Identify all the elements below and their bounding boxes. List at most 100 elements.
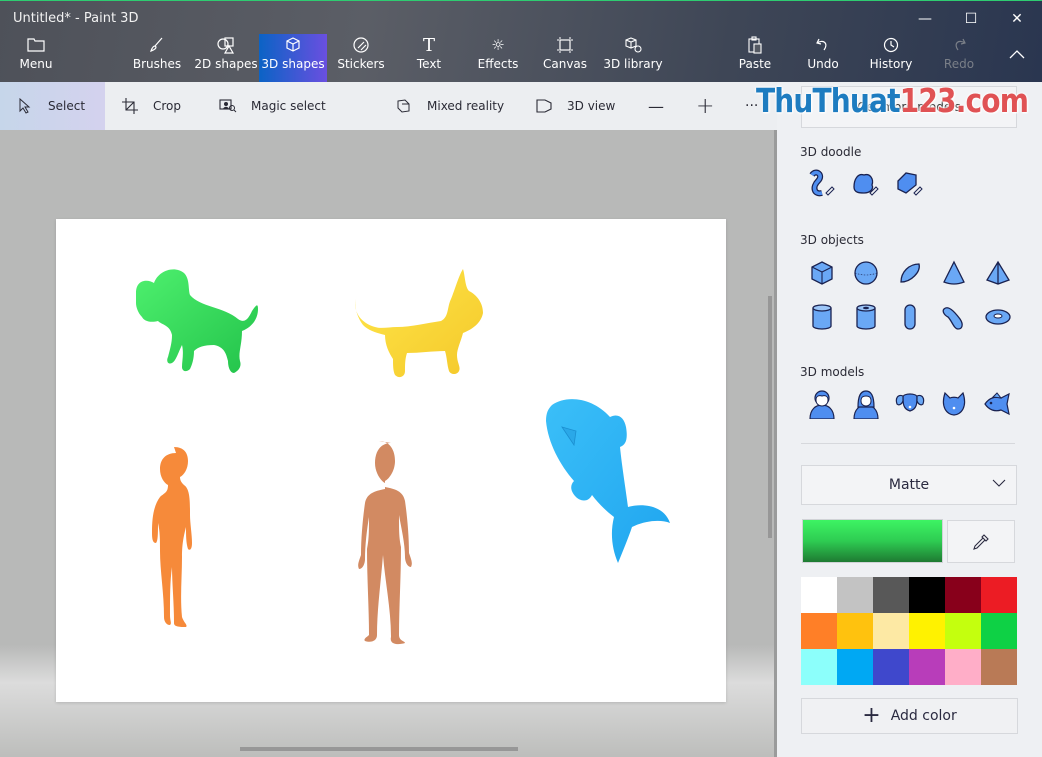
horizontal-scrollbar[interactable] [240, 747, 518, 751]
material-dropdown[interactable]: Matte [801, 465, 1017, 505]
paste-button[interactable]: Paste [738, 34, 772, 82]
hemisphere-icon [900, 263, 920, 283]
3d-man-model[interactable] [339, 439, 419, 645]
woman-model-button[interactable] [851, 389, 881, 419]
color-swatch[interactable] [873, 613, 909, 649]
mixed-reality-button[interactable]: Mixed reality [395, 82, 504, 130]
tool-bar: Select Crop Magic select Mixed reality 3… [0, 82, 777, 130]
crop-icon [121, 97, 139, 115]
tab-label: Brushes [132, 57, 182, 71]
mixed-reality-label: Mixed reality [427, 99, 505, 113]
cat-model-button[interactable] [939, 389, 969, 419]
maximize-button[interactable]: ☐ [948, 5, 994, 33]
color-swatch[interactable] [837, 613, 873, 649]
3d-dog-model[interactable] [132, 263, 278, 391]
pyramid-button[interactable] [983, 258, 1013, 288]
effects-sun-icon: ☼ [491, 36, 505, 54]
soft-edge-doodle-button[interactable] [850, 169, 880, 199]
color-swatch[interactable] [981, 649, 1017, 685]
cylinder-button[interactable] [807, 302, 837, 332]
zoom-in-button[interactable]: + [696, 82, 714, 130]
color-swatch[interactable] [873, 577, 909, 613]
tab-effects[interactable]: ☼ Effects [477, 34, 519, 82]
3d-library-icon [623, 34, 643, 56]
window-title: Untitled* - Paint 3D [13, 11, 139, 26]
3d-shapes-panel: Get more models 3D doodle 3D objects 3D … [777, 82, 1042, 757]
color-swatch[interactable] [945, 613, 981, 649]
color-swatch[interactable] [837, 577, 873, 613]
action-label: Undo [807, 57, 839, 71]
magic-select-label: Magic select [251, 99, 326, 113]
tab-text[interactable]: T Text [413, 34, 445, 82]
3d-objects-title: 3D objects [800, 233, 864, 247]
tube-doodle-button[interactable] [894, 169, 924, 199]
tube-doodle-icon [809, 169, 835, 197]
color-swatch[interactable] [945, 649, 981, 685]
redo-button[interactable]: Redo [942, 34, 976, 82]
color-swatch[interactable] [801, 577, 837, 613]
zoom-out-button[interactable]: — [648, 82, 664, 130]
3d-woman-model[interactable] [152, 445, 202, 643]
color-swatch[interactable] [801, 613, 837, 649]
capsule-button[interactable] [895, 302, 925, 332]
color-swatch[interactable] [981, 613, 1017, 649]
tab-canvas[interactable]: Canvas [543, 34, 587, 82]
mixed-reality-icon [395, 97, 413, 115]
current-color-swatch[interactable] [802, 519, 943, 563]
blob-doodle-icon [853, 173, 879, 196]
crop-label: Crop [153, 99, 182, 113]
section-divider [801, 443, 1015, 444]
cone-button[interactable] [939, 258, 969, 288]
color-swatch[interactable] [837, 649, 873, 685]
color-swatch[interactable] [873, 649, 909, 685]
tab-3d-shapes[interactable]: 3D shapes [259, 34, 327, 82]
select-tool[interactable]: Select [0, 82, 105, 130]
fish-model-button[interactable] [983, 389, 1013, 419]
menu-button[interactable]: Menu [14, 34, 58, 82]
color-swatch[interactable] [801, 649, 837, 685]
crop-tool[interactable]: Crop [121, 82, 181, 130]
color-swatch[interactable] [945, 577, 981, 613]
dog-model-button[interactable] [895, 389, 925, 419]
vertical-scrollbar[interactable] [768, 296, 772, 538]
sticker-icon [352, 34, 370, 56]
tab-stickers[interactable]: Stickers [337, 34, 385, 82]
tube-button[interactable] [851, 302, 881, 332]
sharp-edge-doodle-button[interactable] [806, 169, 836, 199]
donut-button[interactable] [983, 302, 1013, 332]
add-color-button[interactable]: + Add color [801, 698, 1018, 734]
curved-cylinder-button[interactable] [939, 302, 969, 332]
color-swatch[interactable] [909, 577, 945, 613]
undo-button[interactable]: Undo [806, 34, 840, 82]
magic-select-tool[interactable]: Magic select [219, 82, 326, 130]
tab-label: Effects [477, 57, 519, 71]
capsule-icon [904, 304, 916, 330]
close-button[interactable]: ✕ [994, 5, 1040, 33]
cone-icon [943, 260, 965, 285]
3d-cat-model[interactable] [353, 265, 493, 389]
tab-2d-shapes[interactable]: 2D shapes [194, 34, 258, 82]
add-color-label: Add color [890, 708, 957, 724]
tab-brushes[interactable]: Brushes [132, 34, 182, 82]
3d-view-button[interactable]: 3D view [535, 82, 615, 130]
man-model-button[interactable] [807, 389, 837, 419]
cube-button[interactable] [807, 258, 837, 288]
color-palette [801, 577, 1017, 685]
curved-cylinder-icon [942, 307, 963, 330]
sphere-button[interactable] [851, 258, 881, 288]
hemisphere-button[interactable] [895, 258, 925, 288]
cylinder-icon [812, 304, 832, 330]
tab-3d-library[interactable]: 3D library [603, 34, 663, 82]
maximize-icon: ☐ [964, 11, 978, 27]
watermark: ThuThuat123.com [756, 81, 1029, 120]
color-swatch[interactable] [909, 613, 945, 649]
3d-fish-model[interactable] [542, 395, 692, 567]
color-swatch[interactable] [981, 577, 1017, 613]
eyedropper-button[interactable] [947, 520, 1015, 563]
history-button[interactable]: History [870, 34, 912, 82]
2d-shapes-icon [216, 34, 236, 56]
text-icon: T [422, 34, 435, 56]
canvas[interactable] [56, 219, 726, 702]
color-swatch[interactable] [909, 649, 945, 685]
minimize-button[interactable]: — [902, 5, 948, 33]
